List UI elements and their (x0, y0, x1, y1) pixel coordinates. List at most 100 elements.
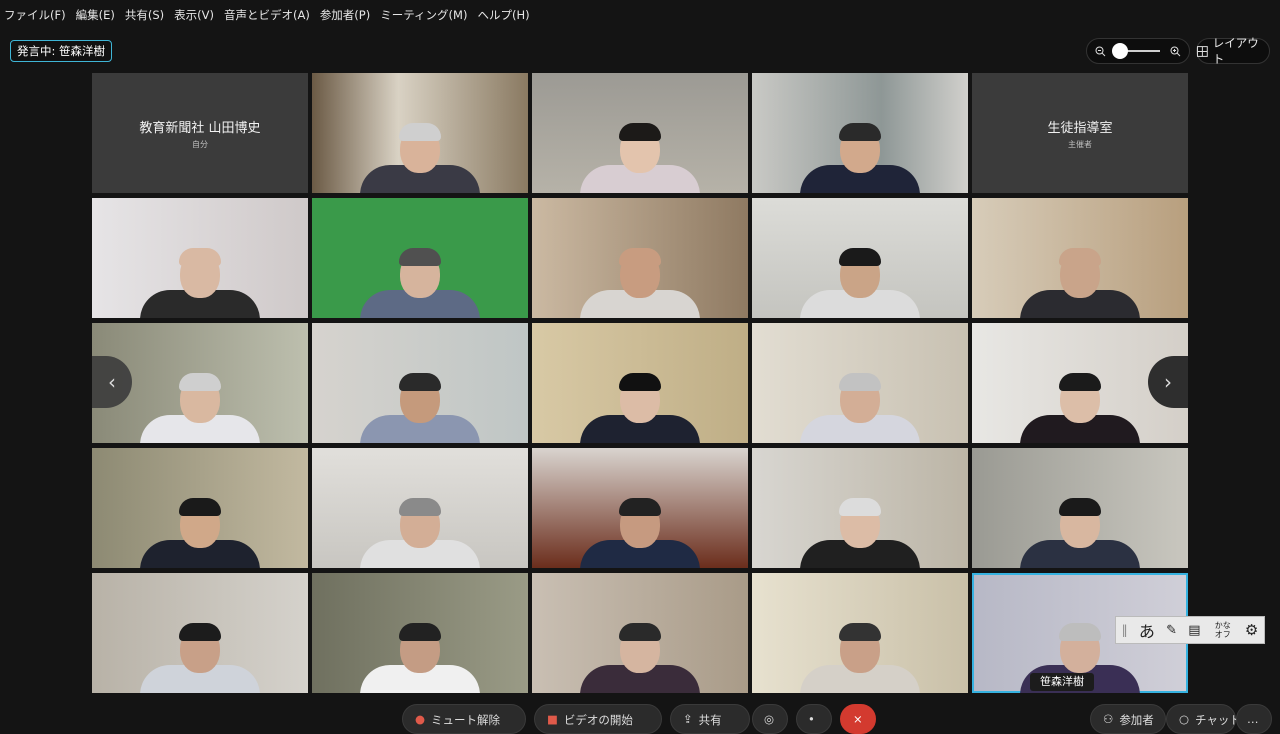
record-button[interactable]: ◎ (752, 704, 788, 734)
ime-kana-toggle[interactable]: かな オフ (1212, 621, 1234, 639)
participant-hair (179, 373, 221, 391)
menu-meeting[interactable]: ミーティング(M) (375, 7, 472, 23)
menu-participants[interactable]: 参加者(P) (315, 7, 375, 23)
menu-bar: ファイル(F) 編集(E) 共有(S) 表示(V) 音声とビデオ(A) 参加者(… (0, 0, 1280, 30)
chat-icon: ○ (1179, 712, 1190, 726)
participant-video[interactable] (92, 448, 308, 568)
participant-hair (619, 623, 661, 641)
mute-button[interactable]: ● ミュート解除 (402, 704, 526, 734)
participant-figure (140, 623, 260, 693)
participant-video[interactable] (92, 573, 308, 693)
camera-icon: ■ (547, 712, 558, 726)
menu-share[interactable]: 共有(S) (120, 7, 169, 23)
menu-file[interactable]: ファイル(F) (0, 7, 71, 23)
zoom-knob[interactable] (1112, 43, 1128, 59)
ime-kana-button[interactable]: あ (1139, 618, 1155, 642)
participant-video[interactable] (972, 448, 1188, 568)
meeting-controls: ● ミュート解除 ■ ビデオの開始 ⇪ 共有 ◎ • × ⚇ 参加者 ○ チャッ… (0, 700, 1280, 734)
host-role: 主催者 (1068, 139, 1092, 149)
participant-video[interactable] (752, 198, 968, 318)
participant-video[interactable] (532, 573, 748, 693)
video-button[interactable]: ■ ビデオの開始 (534, 704, 662, 734)
participant-video[interactable] (752, 573, 968, 693)
ime-drag-handle-icon[interactable]: ‖ (1122, 623, 1128, 637)
zoom-in-icon[interactable] (1170, 46, 1181, 57)
participant-video[interactable] (312, 323, 528, 443)
share-icon: ⇪ (683, 712, 693, 726)
reactions-button[interactable]: • (796, 704, 832, 734)
share-label: 共有 (698, 713, 722, 727)
participant-figure (800, 123, 920, 193)
participant-hair (179, 498, 221, 516)
zoom-track[interactable] (1112, 43, 1160, 59)
participant-video[interactable] (532, 448, 748, 568)
participant-hair (399, 248, 441, 266)
participant-hair (839, 123, 881, 141)
zoom-out-icon[interactable] (1095, 46, 1106, 57)
ime-toolbar: ‖ あ ✎ ▤ かな オフ ⚙ (1115, 616, 1265, 644)
participant-video[interactable] (532, 73, 748, 193)
leave-meeting-button[interactable]: × (840, 704, 876, 734)
more-button[interactable]: … (1236, 704, 1272, 734)
participant-video[interactable] (972, 198, 1188, 318)
mute-label: ミュート解除 (431, 713, 501, 727)
chat-panel-button[interactable]: ○ チャット (1166, 704, 1241, 734)
ime-pad-icon[interactable]: ▤ (1188, 623, 1200, 638)
participant-figure (360, 373, 480, 443)
share-button[interactable]: ⇪ 共有 (670, 704, 750, 734)
layout-button[interactable]: レイアウト (1196, 36, 1270, 66)
participant-figure (360, 498, 480, 568)
grid-icon (1197, 45, 1208, 57)
menu-edit[interactable]: 編集(E) (71, 7, 120, 23)
participant-figure (140, 373, 260, 443)
participant-video[interactable] (532, 198, 748, 318)
participant-figure (1020, 373, 1140, 443)
menu-audio-video[interactable]: 音声とビデオ(A) (219, 7, 315, 23)
participant-video[interactable] (752, 73, 968, 193)
self-name: 教育新聞社 山田博史 (139, 120, 261, 136)
host-tile[interactable]: 生徒指導室 主催者 (972, 73, 1188, 193)
participant-hair (619, 123, 661, 141)
participant-figure (360, 623, 480, 693)
participant-video[interactable] (312, 448, 528, 568)
participant-figure (580, 498, 700, 568)
gear-icon[interactable]: ⚙ (1245, 621, 1258, 639)
participant-figure (580, 373, 700, 443)
microphone-icon: ● (415, 712, 426, 726)
chevron-right-icon: › (1164, 370, 1172, 394)
participant-figure (800, 248, 920, 318)
participants-label: 参加者 (1119, 713, 1154, 727)
participant-figure (800, 498, 920, 568)
participant-hair (1059, 373, 1101, 391)
host-name: 生徒指導室 (1047, 120, 1113, 136)
layout-label: レイアウト (1212, 36, 1259, 66)
participant-video[interactable] (312, 73, 528, 193)
participant-figure (140, 498, 260, 568)
participant-hair (179, 248, 221, 266)
participant-figure (800, 373, 920, 443)
participant-hair (619, 248, 661, 266)
menu-view[interactable]: 表示(V) (169, 7, 219, 23)
participant-hair (839, 248, 881, 266)
self-tile[interactable]: 教育新聞社 山田博史 自分 (92, 73, 308, 193)
ime-tool-icon[interactable]: ✎ (1166, 623, 1177, 638)
self-role: 自分 (192, 139, 208, 149)
chevron-left-icon: ‹ (108, 370, 116, 394)
participant-video[interactable] (532, 323, 748, 443)
participant-video[interactable] (752, 448, 968, 568)
participant-video[interactable] (312, 198, 528, 318)
participant-hair (179, 623, 221, 641)
participant-video[interactable] (92, 198, 308, 318)
participant-hair (1059, 498, 1101, 516)
participant-figure (1020, 248, 1140, 318)
participant-hair (839, 623, 881, 641)
menu-help[interactable]: ヘルプ(H) (472, 7, 534, 23)
more-options-icon: • (808, 712, 815, 726)
video-grid: 教育新聞社 山田博史 自分 生徒指導室 主催者 笹森洋樹 (92, 73, 1188, 693)
participants-panel-button[interactable]: ⚇ 参加者 (1090, 704, 1166, 734)
participant-figure (360, 123, 480, 193)
zoom-slider[interactable] (1086, 38, 1190, 64)
participant-video[interactable] (752, 323, 968, 443)
participant-figure (1020, 498, 1140, 568)
participant-video[interactable] (312, 573, 528, 693)
